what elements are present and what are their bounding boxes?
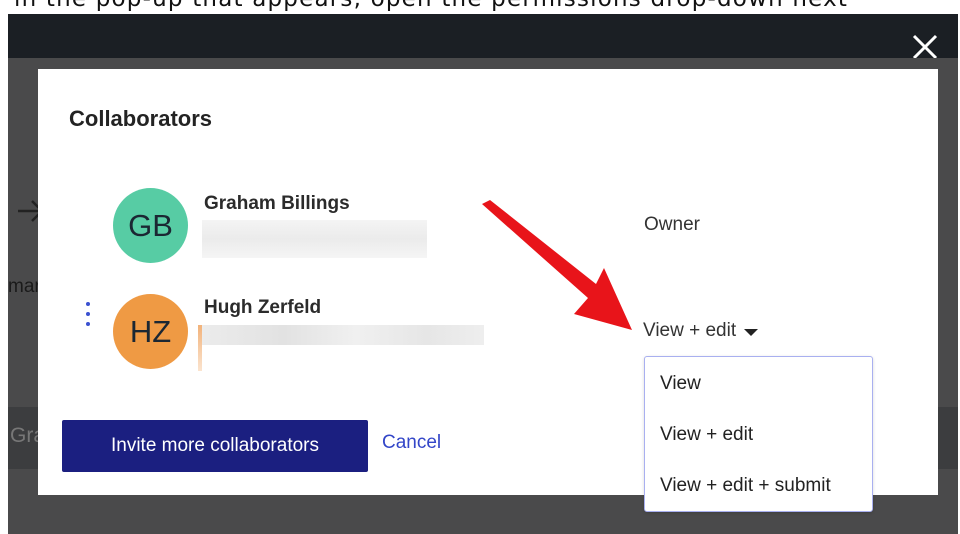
modal-title: Collaborators — [69, 106, 213, 131]
collaborator-name: Hugh Zerfeld — [204, 297, 322, 318]
cancel-link[interactable]: Cancel — [382, 432, 441, 454]
menu-item-view-edit-submit[interactable]: View + edit + submit — [660, 475, 831, 497]
permission-dropdown[interactable]: View + edit — [643, 320, 759, 342]
avatar-initials: HZ — [129, 313, 172, 349]
background-text: mar — [8, 276, 41, 297]
avatar: HZ — [113, 294, 188, 369]
instruction-text: in the pop-up that appears, open the per… — [0, 0, 960, 14]
invite-collaborators-button[interactable]: Invite more collaborators — [62, 420, 368, 472]
annotation-arrow-icon — [482, 200, 632, 330]
collaborator-name: Graham Billings — [204, 193, 350, 214]
permission-dropdown-label: View + edit — [643, 320, 737, 341]
caret-down-icon — [744, 329, 759, 336]
close-icon — [912, 34, 938, 60]
redacted-email — [202, 220, 427, 258]
collaborator-role: Owner — [644, 214, 700, 235]
redacted-email — [198, 325, 484, 345]
avatar: GB — [113, 188, 188, 263]
permission-menu: View View + edit View + edit + submit — [644, 356, 873, 512]
menu-item-view-edit[interactable]: View + edit — [660, 424, 753, 446]
avatar-initials: GB — [128, 207, 173, 243]
modal-header-bar — [8, 14, 958, 58]
menu-item-view[interactable]: View — [660, 373, 701, 395]
redacted-email-accent — [198, 325, 202, 371]
collaborator-options-button[interactable] — [83, 302, 93, 326]
